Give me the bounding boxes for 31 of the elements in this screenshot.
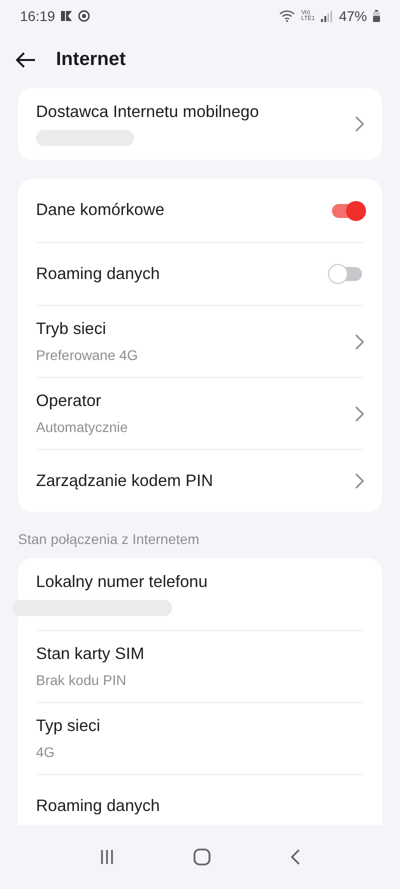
chevron-icon [354, 334, 364, 350]
setting-title[interactable]: Dane komórkowe [36, 201, 332, 220]
recent-apps-icon[interactable] [99, 849, 115, 865]
back-arrow-icon[interactable] [16, 52, 36, 68]
chevron-icon [354, 406, 364, 422]
setting-value: Automatycznie [36, 419, 129, 435]
setting-title[interactable]: Tryb sieci [36, 320, 354, 339]
home-icon[interactable] [193, 848, 211, 866]
section-header: Stan połączenia z Internetem [18, 530, 200, 549]
app-icon [61, 11, 72, 21]
setting-value: Brak kodu PIN [36, 672, 128, 688]
chevron-icon [354, 473, 364, 489]
signal-icon [320, 10, 333, 22]
setting-title[interactable]: Operator [36, 392, 354, 411]
setting-title[interactable]: Zarządzanie kodem PIN [36, 472, 354, 490]
wifi-icon [279, 10, 296, 22]
setting-title: Lokalny numer telefonu [36, 572, 209, 592]
back-icon[interactable] [289, 849, 301, 865]
setting-title: Stan karty SIM [36, 645, 146, 664]
setting-value: 4G [36, 744, 56, 760]
setting-value: Preferowane 4G [36, 347, 139, 363]
chevron-icon [354, 116, 364, 132]
battery-percent: 47% [338, 8, 367, 24]
setting-title: Typ sieci [36, 717, 102, 736]
setting-title[interactable]: Dostawca Internetu mobilnego [36, 102, 354, 122]
battery-icon [373, 10, 380, 22]
target-icon [78, 10, 90, 22]
status-time: 16:19 [20, 8, 56, 24]
setting-title: Roaming danych [36, 796, 161, 816]
setting-title[interactable]: Roaming danych [36, 264, 332, 284]
page-title: Internet [56, 49, 126, 71]
